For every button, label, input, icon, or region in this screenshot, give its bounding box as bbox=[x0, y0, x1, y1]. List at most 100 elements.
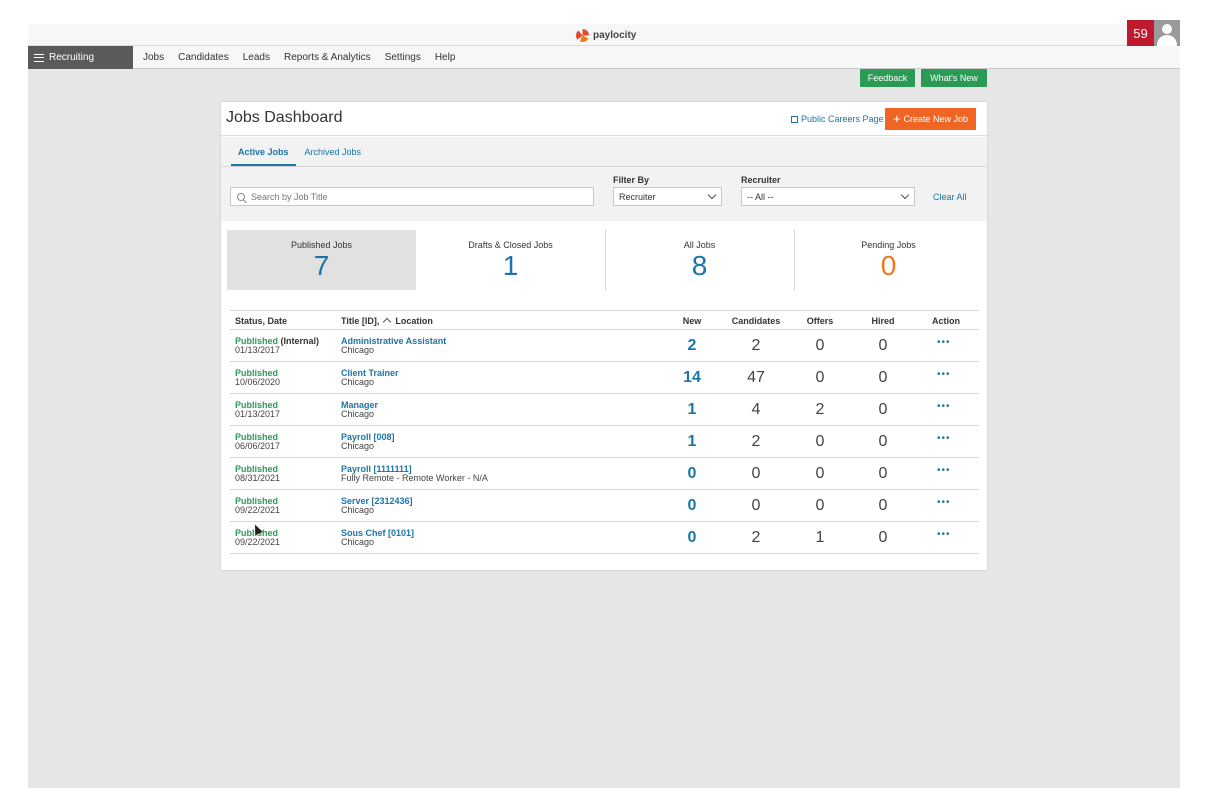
tab-archived-jobs[interactable]: Archived Jobs bbox=[298, 142, 369, 166]
recruiter-select[interactable]: -- All -- bbox=[741, 187, 915, 206]
new-count[interactable]: 0 bbox=[672, 497, 712, 515]
table-row: Published 01/13/2017 Manager Chicago 1 4… bbox=[230, 394, 979, 426]
user-avatar[interactable] bbox=[1154, 20, 1180, 46]
more-actions-icon[interactable]: ••• bbox=[937, 498, 950, 508]
new-count[interactable]: 14 bbox=[672, 369, 712, 387]
offers-count: 0 bbox=[815, 497, 825, 514]
hired-count: 0 bbox=[878, 369, 888, 386]
more-actions-icon[interactable]: ••• bbox=[937, 338, 950, 348]
more-actions-icon[interactable]: ••• bbox=[937, 466, 950, 476]
candidates-count[interactable]: 2 bbox=[736, 433, 776, 451]
candidates-count[interactable]: 4 bbox=[736, 401, 776, 419]
job-status: Published 01/13/2017 bbox=[235, 401, 280, 419]
table-row: Published 09/22/2021 Sous Chef [0101] Ch… bbox=[230, 522, 979, 554]
col-title-location[interactable]: Title [ID], Location bbox=[341, 316, 433, 327]
search-placeholder: Search by Job Title bbox=[251, 191, 328, 202]
new-count[interactable]: 1 bbox=[672, 401, 712, 419]
filter-by-select[interactable]: Recruiter bbox=[613, 187, 722, 206]
logo-text: paylocity bbox=[593, 29, 637, 41]
nav-item-leads[interactable]: Leads bbox=[243, 52, 270, 63]
page-title: Jobs Dashboard bbox=[226, 109, 343, 126]
col-offers[interactable]: Offers bbox=[800, 316, 840, 326]
new-count[interactable]: 2 bbox=[672, 337, 712, 355]
feedback-button[interactable]: Feedback bbox=[860, 69, 915, 87]
public-careers-label: Public Careers Page bbox=[801, 114, 884, 124]
stat-published-jobs[interactable]: Published Jobs 7 bbox=[227, 230, 416, 290]
job-location: Chicago bbox=[341, 377, 375, 387]
stat-drafts-closed-jobs[interactable]: Drafts & Closed Jobs 1 bbox=[416, 230, 605, 290]
candidates-count[interactable]: 2 bbox=[736, 337, 776, 355]
job-stats: Published Jobs 7 Drafts & Closed Jobs 1 … bbox=[227, 230, 983, 290]
new-count[interactable]: 0 bbox=[672, 465, 712, 483]
stat-pending-jobs[interactable]: Pending Jobs 0 bbox=[794, 230, 983, 290]
filter-by-value: Recruiter bbox=[619, 191, 656, 202]
job-title-search-input[interactable]: Search by Job Title bbox=[230, 187, 594, 206]
new-count[interactable]: 1 bbox=[672, 433, 712, 451]
whats-new-button[interactable]: What's New bbox=[921, 69, 987, 87]
status-note: (Internal) bbox=[278, 336, 320, 346]
job-status: Published (Internal) 01/13/2017 bbox=[235, 337, 319, 355]
new-count[interactable]: 0 bbox=[672, 529, 712, 547]
plus-icon: + bbox=[892, 111, 901, 126]
offers-count: 0 bbox=[815, 337, 825, 354]
more-actions-icon[interactable]: ••• bbox=[937, 530, 950, 540]
create-new-job-button[interactable]: + Create New Job bbox=[885, 108, 976, 130]
offers-count: 0 bbox=[815, 465, 825, 482]
col-candidates[interactable]: Candidates bbox=[726, 316, 786, 326]
offers-count: 0 bbox=[815, 369, 825, 386]
candidates-count[interactable]: 47 bbox=[736, 369, 776, 387]
clear-all-link[interactable]: Clear All bbox=[933, 192, 967, 202]
offers-count: 2 bbox=[815, 401, 825, 418]
more-actions-icon[interactable]: ••• bbox=[937, 434, 950, 444]
job-title-cell: Sous Chef [0101] Chicago bbox=[341, 529, 414, 547]
job-title-cell: Payroll [1111111] Fully Remote - Remote … bbox=[341, 465, 488, 483]
sort-up-icon bbox=[383, 317, 392, 327]
col-action: Action bbox=[932, 316, 960, 326]
offers-count: 0 bbox=[815, 433, 825, 450]
recruiter-value: -- All -- bbox=[747, 191, 774, 202]
hired-count: 0 bbox=[878, 465, 888, 482]
status-date: 06/06/2017 bbox=[235, 441, 281, 451]
candidates-count[interactable]: 2 bbox=[736, 529, 776, 547]
more-actions-icon[interactable]: ••• bbox=[937, 370, 950, 380]
status-date: 10/06/2020 bbox=[235, 377, 281, 387]
table-row: Published (Internal) 01/13/2017 Administ… bbox=[230, 330, 979, 362]
stat-value: 1 bbox=[502, 250, 519, 281]
table-row: Published 08/31/2021 Payroll [1111111] F… bbox=[230, 458, 979, 490]
stat-all-jobs[interactable]: All Jobs 8 bbox=[605, 230, 794, 290]
nav-item-settings[interactable]: Settings bbox=[385, 52, 421, 63]
hired-count: 0 bbox=[878, 401, 888, 418]
col-hired[interactable]: Hired bbox=[863, 316, 903, 326]
stat-value: 8 bbox=[691, 250, 708, 281]
module-menu-button[interactable]: Recruiting bbox=[28, 46, 133, 69]
paylocity-logo[interactable]: paylocity bbox=[576, 26, 636, 44]
job-status: Published 10/06/2020 bbox=[235, 369, 280, 387]
card-header: Jobs Dashboard Public Careers Page + Cre… bbox=[221, 102, 987, 136]
status-date: 09/22/2021 bbox=[235, 505, 281, 515]
stat-label: Published Jobs bbox=[290, 240, 353, 250]
col-status-date[interactable]: Status, Date bbox=[235, 316, 287, 326]
jobs-dashboard-card: Jobs Dashboard Public Careers Page + Cre… bbox=[220, 101, 988, 571]
status-date: 08/31/2021 bbox=[235, 473, 281, 483]
search-icon bbox=[237, 192, 245, 201]
tab-active-jobs[interactable]: Active Jobs bbox=[231, 142, 296, 166]
nav-item-help[interactable]: Help bbox=[435, 52, 456, 63]
status-date: 09/22/2021 bbox=[235, 537, 281, 547]
job-location: Chicago bbox=[341, 537, 375, 547]
job-location: Chicago bbox=[341, 505, 375, 515]
col-new[interactable]: New bbox=[672, 316, 712, 326]
hired-count: 0 bbox=[878, 497, 888, 514]
table-row: Published 10/06/2020 Client Trainer Chic… bbox=[230, 362, 979, 394]
nav-item-reports[interactable]: Reports & Analytics bbox=[284, 52, 371, 63]
stat-divider bbox=[605, 230, 606, 290]
recruiter-label: Recruiter bbox=[741, 175, 781, 185]
filter-by-label: Filter By bbox=[613, 175, 650, 185]
notification-badge[interactable]: 59 bbox=[1127, 20, 1154, 46]
candidates-count[interactable]: 0 bbox=[736, 497, 776, 515]
candidates-count[interactable]: 0 bbox=[736, 465, 776, 483]
nav-item-jobs[interactable]: Jobs bbox=[143, 52, 164, 63]
public-careers-link[interactable]: Public Careers Page bbox=[791, 114, 884, 124]
nav-item-candidates[interactable]: Candidates bbox=[178, 52, 229, 63]
job-title-cell: Server [2312436] Chicago bbox=[341, 497, 413, 515]
more-actions-icon[interactable]: ••• bbox=[937, 402, 950, 412]
